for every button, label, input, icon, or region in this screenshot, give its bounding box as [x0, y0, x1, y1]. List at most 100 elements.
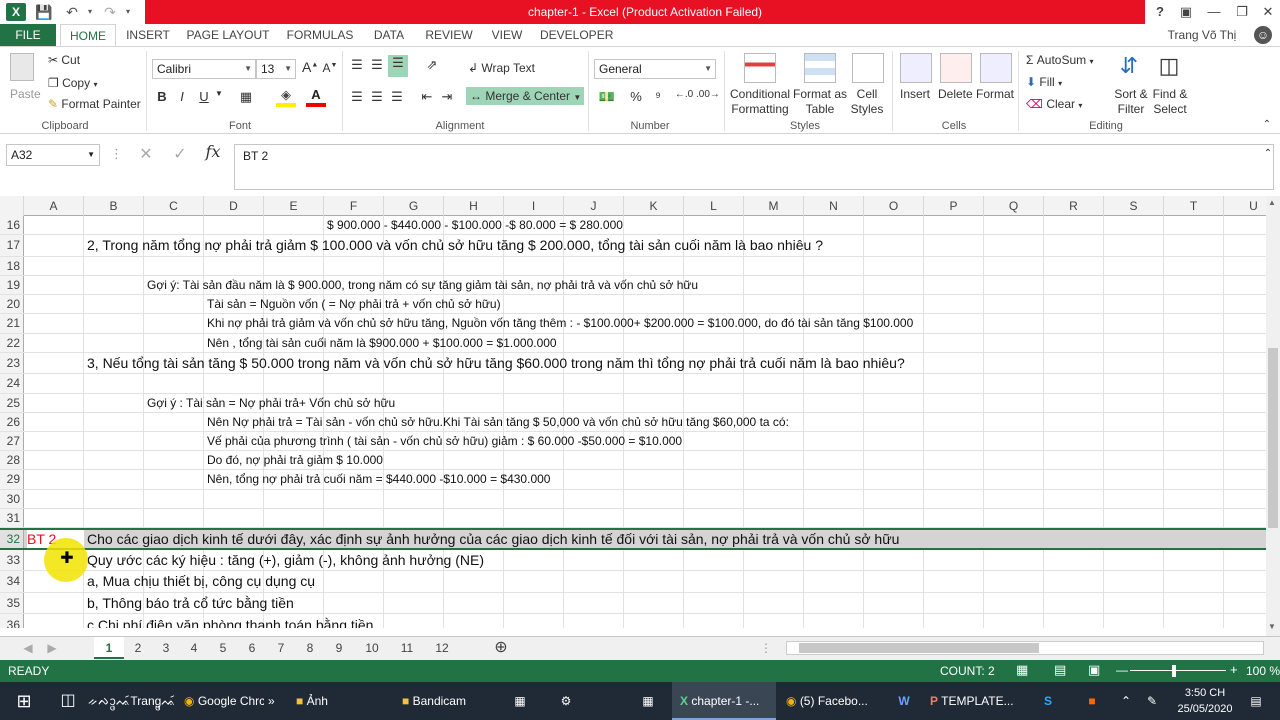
- decrease-decimal-icon[interactable]: .00→: [696, 89, 720, 100]
- column-header-d[interactable]: D: [204, 196, 264, 216]
- zoom-level[interactable]: 100 %: [1246, 664, 1280, 678]
- row-header[interactable]: 33: [0, 549, 24, 571]
- clear-button[interactable]: ⌫ Clear ▾: [1026, 97, 1082, 111]
- italic-button[interactable]: I: [174, 89, 190, 104]
- next-sheet-icon[interactable]: ▶: [44, 637, 60, 659]
- word-icon[interactable]: W: [892, 682, 916, 720]
- column-header-b[interactable]: B: [84, 196, 144, 216]
- row-header[interactable]: 29: [0, 470, 24, 489]
- font-name-combo[interactable]: Calibri ▼: [152, 59, 256, 79]
- cell-c19[interactable]: Gợi ý: Tài sản đầu năm là $ 900.000, tro…: [147, 276, 698, 294]
- decrease-indent-icon[interactable]: ⇤: [418, 89, 436, 105]
- row-header[interactable]: 26: [0, 412, 24, 431]
- cell-b23[interactable]: 3, Nếu tổng tài sản tăng $ 50.000 trong …: [87, 353, 905, 374]
- cell-b17[interactable]: 2, Trong năm tổng nợ phải trả giảm $ 100…: [87, 235, 823, 256]
- row-header[interactable]: 31: [0, 508, 24, 527]
- taskbar-item-chrome[interactable]: ◉ Google Chrc: [184, 682, 264, 720]
- sheet-tab-3[interactable]: 3: [154, 637, 178, 659]
- select-all-corner[interactable]: [0, 196, 24, 216]
- scroll-up-icon[interactable]: ▲: [1268, 198, 1276, 207]
- vertical-scrollbar[interactable]: ▲ ▼: [1266, 196, 1280, 636]
- cell-f16[interactable]: $ 900.000 - $440.000 - $100.000 -$ 80.00…: [327, 216, 623, 234]
- column-header-m[interactable]: M: [744, 196, 804, 216]
- tab-data[interactable]: DATA: [368, 24, 410, 46]
- align-center-icon[interactable]: ☰: [368, 89, 386, 105]
- merge-center-button[interactable]: ↔ Merge & Center ▼: [466, 87, 584, 105]
- column-header-j[interactable]: J: [564, 196, 624, 216]
- conditional-formatting-button[interactable]: Conditional Formatting: [730, 87, 790, 117]
- row-header[interactable]: 20: [0, 295, 24, 314]
- decrease-font-icon[interactable]: A▼: [322, 61, 338, 75]
- notification-icon[interactable]: ▤: [1244, 682, 1268, 720]
- task-view-icon[interactable]: ◫: [56, 682, 80, 720]
- cell-d22[interactable]: Nên , tổng tài sản cuối năm là $900.000 …: [207, 334, 557, 352]
- align-bottom-icon[interactable]: ☰: [388, 55, 408, 77]
- align-right-icon[interactable]: ☰: [388, 89, 406, 105]
- worksheet-grid[interactable]: ABCDEFGHIJKLMNOPQRSTU 16 $ 900.000 - $440…: [0, 196, 1266, 628]
- skype-icon[interactable]: S: [1036, 682, 1060, 720]
- more-taskbar-icon[interactable]: »: [268, 682, 280, 720]
- row-header[interactable]: 27: [0, 432, 24, 451]
- fill-color-icon[interactable]: ◈: [276, 87, 296, 107]
- delete-button[interactable]: Delete: [938, 87, 973, 101]
- redo-icon[interactable]: ↷: [100, 2, 120, 22]
- taskbar-item-photos[interactable]: ■ Ảnh: [296, 682, 356, 720]
- number-format-combo[interactable]: General ▼: [594, 59, 716, 79]
- app-icon[interactable]: ▦: [508, 682, 532, 720]
- zoom-slider-thumb[interactable]: [1172, 665, 1176, 677]
- horizontal-scrollbar[interactable]: [786, 641, 1264, 655]
- sheet-tab-1[interactable]: 1: [94, 637, 124, 659]
- increase-indent-icon[interactable]: ⇥: [438, 89, 456, 105]
- row-header[interactable]: 36: [0, 614, 24, 628]
- column-header-f[interactable]: F: [324, 196, 384, 216]
- column-header-u[interactable]: U: [1224, 196, 1266, 216]
- column-header-k[interactable]: K: [624, 196, 684, 216]
- underline-dropdown-icon[interactable]: ▼: [214, 89, 224, 98]
- format-as-table-button[interactable]: Format as Table: [792, 87, 848, 117]
- increase-decimal-icon[interactable]: ←.0: [674, 89, 694, 100]
- tab-formulas[interactable]: FORMULAS: [284, 24, 356, 46]
- column-header-q[interactable]: Q: [984, 196, 1044, 216]
- percent-button[interactable]: %: [628, 89, 644, 104]
- enter-icon[interactable]: ✓: [170, 144, 190, 164]
- tab-home[interactable]: HOME: [60, 24, 116, 46]
- scroll-thumb[interactable]: [1268, 348, 1278, 528]
- cell-b36[interactable]: c,Chi phí điện văn phòng thanh toán bằng…: [87, 614, 373, 628]
- sheet-tab-11[interactable]: 11: [392, 637, 422, 659]
- expand-formula-bar-icon[interactable]: ⌃: [1262, 148, 1274, 159]
- tab-view[interactable]: VIEW: [488, 24, 526, 46]
- row-header[interactable]: 34: [0, 571, 24, 592]
- sheet-tab-5[interactable]: 5: [210, 637, 236, 659]
- sheet-tab-2[interactable]: 2: [126, 637, 150, 659]
- cell-d20[interactable]: Tài sản = Nguồn vốn ( = Nợ phải trả + vố…: [207, 295, 501, 313]
- help-icon[interactable]: ?: [1146, 0, 1174, 24]
- comma-button[interactable]: ⁹: [650, 89, 666, 104]
- row-header[interactable]: 16: [0, 216, 24, 235]
- name-box[interactable]: A32 ▼: [6, 144, 100, 166]
- column-header-s[interactable]: S: [1104, 196, 1164, 216]
- row-header[interactable]: 22: [0, 333, 24, 352]
- cell-d29[interactable]: Nên, tổng nợ phải trả cuối năm = $440.00…: [207, 470, 550, 488]
- copy-button[interactable]: ❐ Copy ▾: [48, 76, 97, 90]
- zoom-out-icon[interactable]: —: [1116, 663, 1128, 677]
- borders-icon[interactable]: ▦: [236, 89, 256, 105]
- cell-b34[interactable]: a, Mua chịu thiết bị, công cụ dụng cụ: [87, 571, 315, 592]
- fill-button[interactable]: ⬇ Fill ▾: [1026, 75, 1062, 89]
- row-header[interactable]: 24: [0, 374, 24, 393]
- column-header-g[interactable]: G: [384, 196, 444, 216]
- app-icon[interactable]: ■: [1080, 682, 1104, 720]
- cell-d21[interactable]: Khi nợ phải trả giảm và vốn chủ sở hữu t…: [207, 314, 913, 332]
- sheet-tab-9[interactable]: 9: [326, 637, 352, 659]
- pen-icon[interactable]: ✎: [1142, 682, 1162, 720]
- column-header-p[interactable]: P: [924, 196, 984, 216]
- column-header-a[interactable]: A: [24, 196, 84, 216]
- column-header-o[interactable]: O: [864, 196, 924, 216]
- new-sheet-icon[interactable]: ⊕: [490, 637, 512, 659]
- cell-d27[interactable]: Vế phải của phương trình ( tài sản - vốn…: [207, 432, 682, 450]
- page-layout-view-icon[interactable]: ▤: [1054, 662, 1066, 678]
- sheet-tab-8[interactable]: 8: [298, 637, 322, 659]
- undo-dropdown-icon[interactable]: ▾: [84, 2, 96, 22]
- avatar[interactable]: ☺: [1254, 26, 1272, 44]
- restore-icon[interactable]: ❐: [1228, 0, 1256, 24]
- tab-file[interactable]: FILE: [0, 24, 56, 46]
